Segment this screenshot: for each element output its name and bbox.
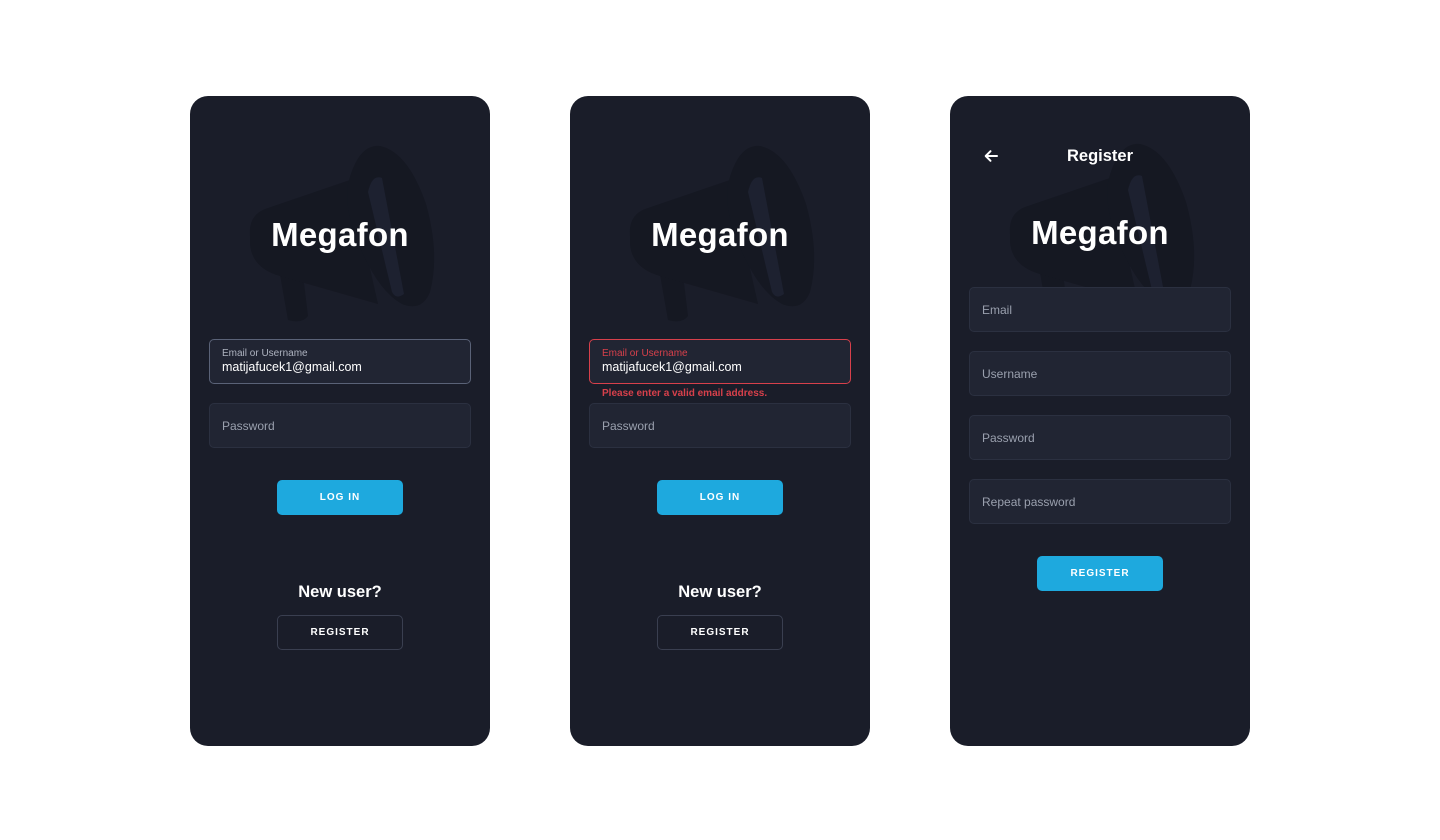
- register-submit-button[interactable]: REGISTER: [1037, 556, 1163, 591]
- register-screen: Register Megafon Email Username Password…: [950, 96, 1250, 746]
- email-username-field[interactable]: Email or Username matijafucek1@gmail.com: [209, 339, 471, 384]
- email-error-message: Please enter a valid email address.: [602, 388, 768, 399]
- email-username-value: matijafucek1@gmail.com: [222, 360, 362, 374]
- email-username-label: Email or Username: [602, 348, 688, 359]
- email-username-value: matijafucek1@gmail.com: [602, 360, 742, 374]
- password-placeholder: Password: [602, 419, 655, 433]
- username-placeholder: Username: [982, 367, 1038, 381]
- password-field[interactable]: Password: [209, 403, 471, 448]
- email-username-label: Email or Username: [222, 348, 308, 359]
- email-field[interactable]: Email: [969, 287, 1231, 332]
- brand-title: Megafon: [1031, 214, 1169, 251]
- brand-title: Megafon: [271, 216, 409, 253]
- email-username-field[interactable]: Email or Username matijafucek1@gmail.com: [589, 339, 851, 384]
- password-placeholder: Password: [222, 419, 275, 433]
- password-placeholder: Password: [982, 431, 1035, 445]
- password-field[interactable]: Password: [969, 415, 1231, 460]
- repeat-password-field[interactable]: Repeat password: [969, 479, 1231, 524]
- login-button[interactable]: LOG IN: [657, 480, 783, 515]
- register-button[interactable]: REGISTER: [277, 615, 403, 650]
- login-button[interactable]: LOG IN: [277, 480, 403, 515]
- login-screen: Megafon Email or Username matijafucek1@g…: [190, 96, 490, 746]
- new-user-heading: New user?: [298, 583, 382, 601]
- password-field[interactable]: Password: [589, 403, 851, 448]
- register-button[interactable]: REGISTER: [657, 615, 783, 650]
- brand-title: Megafon: [651, 216, 789, 253]
- login-error-screen: Megafon Email or Username matijafucek1@g…: [570, 96, 870, 746]
- username-field[interactable]: Username: [969, 351, 1231, 396]
- repeat-password-placeholder: Repeat password: [982, 495, 1076, 509]
- email-placeholder: Email: [982, 303, 1013, 317]
- page-title: Register: [1066, 147, 1134, 165]
- new-user-heading: New user?: [678, 583, 762, 601]
